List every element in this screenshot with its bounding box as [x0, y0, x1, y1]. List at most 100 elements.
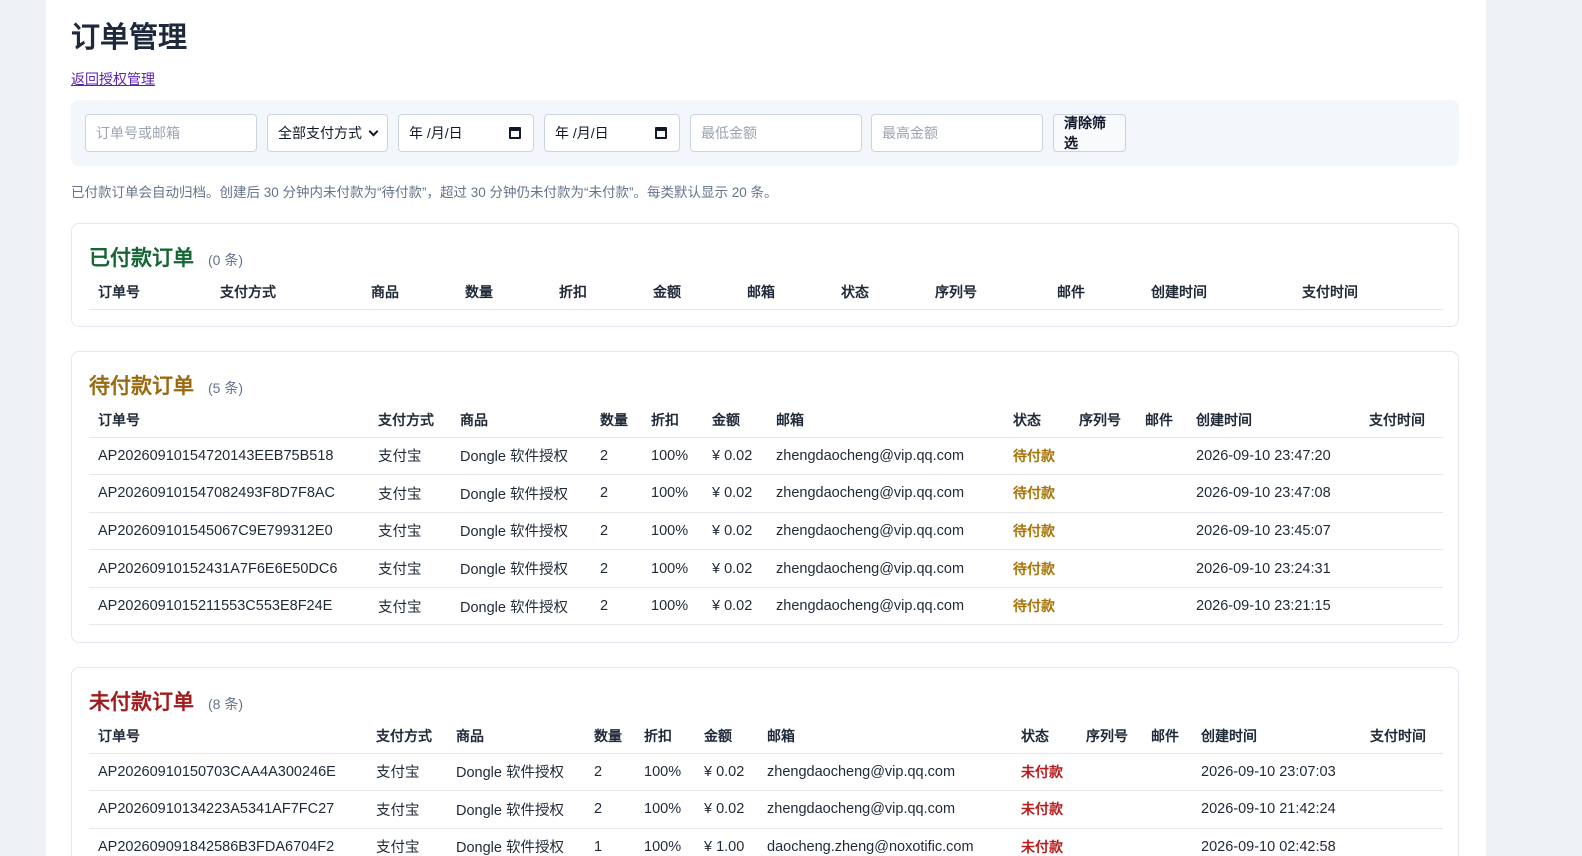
pending-orders-title: 待付款订单: [89, 375, 194, 398]
end-date-input[interactable]: 年 /月/日: [544, 114, 680, 152]
table-cell: [1077, 790, 1142, 829]
column-header: 邮箱: [738, 275, 832, 310]
table-cell: AP20260910134223A5341AF7FC27: [89, 790, 367, 829]
table-cell: [1070, 474, 1136, 513]
table-cell: 支付宝: [369, 587, 451, 626]
table-cell: 支付宝: [367, 790, 447, 829]
search-input[interactable]: 订单号或邮箱: [85, 114, 257, 152]
column-header: 金额: [695, 719, 758, 754]
column-header: 邮箱: [758, 719, 1012, 754]
column-header: 创建时间: [1187, 403, 1360, 438]
table-cell: 2026-09-10 23:21:15: [1187, 587, 1360, 626]
table-cell: 2: [591, 587, 642, 626]
column-header: 数量: [591, 403, 642, 438]
table-cell: 支付宝: [369, 512, 451, 551]
table-row: AP20260910150703CAA4A300246E 支付宝 Dongle 软件…: [89, 753, 1443, 792]
clear-filters-button[interactable]: 清除筛选: [1053, 114, 1126, 152]
column-header: 支付方式: [211, 275, 362, 310]
column-header: 邮件: [1142, 719, 1192, 754]
table-cell: 100%: [635, 753, 695, 792]
table-cell: ¥ 0.02: [695, 753, 758, 792]
table-cell: [1136, 587, 1187, 626]
paid-orders-title: 已付款订单: [89, 247, 194, 270]
table-cell: Dongle 软件授权: [447, 828, 585, 856]
column-header: 状态: [832, 275, 926, 310]
column-header: 支付方式: [367, 719, 447, 754]
column-header: 状态: [1012, 719, 1077, 754]
table-cell: 2: [591, 437, 642, 476]
table-cell: zhengdaocheng@vip.qq.com: [767, 437, 1004, 476]
column-header: 折扣: [635, 719, 695, 754]
table-cell: Dongle 软件授权: [451, 437, 591, 476]
paid-orders-count: (0 条): [208, 252, 243, 268]
table-cell: zhengdaocheng@vip.qq.com: [767, 549, 1004, 588]
status-badge: 未付款: [1012, 753, 1077, 792]
column-header: 支付方式: [369, 403, 451, 438]
table-cell: 2: [591, 549, 642, 588]
table-cell: [1136, 474, 1187, 513]
table-cell: 1: [585, 828, 635, 856]
pending-orders-table: 订单号 支付方式 商品 数量 折扣 金额 邮箱 状态 序列号 邮件 创建时间 支付时间 AP20260…: [89, 403, 1443, 626]
status-badge: 未付款: [1012, 828, 1077, 856]
page-title: 订单管理: [71, 22, 188, 54]
start-date-input[interactable]: 年 /月/日: [398, 114, 534, 152]
start-date-value: 年 /月/日: [409, 125, 463, 141]
table-cell: ¥ 1.00: [695, 828, 758, 856]
column-header: 邮箱: [767, 403, 1004, 438]
min-amount-input[interactable]: 最低金额: [690, 114, 862, 152]
table-cell: [1360, 549, 1443, 588]
table-cell: [1077, 828, 1142, 856]
table-row: AP202609101545067C9E799312E0 支付宝 Dongle 软件…: [89, 512, 1443, 551]
table-cell: [1070, 587, 1136, 626]
column-header: 订单号: [89, 719, 367, 754]
column-header: 创建时间: [1192, 719, 1361, 754]
status-badge: 待付款: [1004, 549, 1070, 588]
table-cell: 2: [591, 512, 642, 551]
table-cell: 100%: [635, 790, 695, 829]
column-header: 创建时间: [1142, 275, 1293, 310]
table-cell: [1142, 753, 1192, 792]
table-cell: [1360, 512, 1443, 551]
table-cell: zhengdaocheng@vip.qq.com: [758, 753, 1012, 792]
table-cell: 2026-09-10 21:42:24: [1192, 790, 1361, 829]
calendar-icon[interactable]: [509, 127, 521, 139]
pending-orders-header: 待付款订单 (5 条): [89, 370, 243, 400]
table-cell: ¥ 0.02: [703, 549, 767, 588]
paid-orders-header: 已付款订单 (0 条): [89, 242, 243, 272]
table-cell: [1070, 437, 1136, 476]
paid-orders-card: 已付款订单 (0 条) 订单号 支付方式 商品 数量 折扣 金额 邮箱 状态 序列号 邮件 创建时间…: [71, 223, 1459, 327]
table-cell: [1142, 790, 1192, 829]
table-cell: ¥ 0.02: [703, 437, 767, 476]
table-cell: 2: [591, 474, 642, 513]
max-amount-input[interactable]: 最高金额: [871, 114, 1043, 152]
back-to-license-link[interactable]: 返回授权管理: [71, 69, 155, 89]
table-cell: 2026-09-10 23:24:31: [1187, 549, 1360, 588]
table-cell: ¥ 0.02: [703, 512, 767, 551]
column-header: 邮件: [1136, 403, 1187, 438]
table-cell: Dongle 软件授权: [447, 753, 585, 792]
table-cell: 2026-09-10 23:45:07: [1187, 512, 1360, 551]
table-header-row: 订单号 支付方式 商品 数量 折扣 金额 邮箱 状态 序列号 邮件 创建时间 支付时间: [89, 275, 1443, 310]
table-cell: AP20260910154720143EEB75B518: [89, 437, 369, 476]
unpaid-orders-count: (8 条): [208, 696, 243, 712]
calendar-icon[interactable]: [655, 127, 667, 139]
status-badge: 未付款: [1012, 790, 1077, 829]
table-cell: 100%: [642, 587, 703, 626]
table-cell: AP20260910152431A7F6E6E50DC6: [89, 549, 369, 588]
payment-method-select[interactable]: 全部支付方式: [267, 114, 388, 152]
unpaid-orders-header: 未付款订单 (8 条): [89, 686, 243, 716]
column-header: 邮件: [1048, 275, 1142, 310]
table-header-row: 订单号 支付方式 商品 数量 折扣 金额 邮箱 状态 序列号 邮件 创建时间 支付时间: [89, 403, 1443, 438]
table-cell: [1360, 587, 1443, 626]
column-header: 订单号: [89, 275, 211, 310]
table-cell: 100%: [635, 828, 695, 856]
table-row: AP20260910154720143EEB75B518 支付宝 Dongle 软件…: [89, 437, 1443, 476]
table-cell: [1361, 828, 1443, 856]
table-cell: [1361, 790, 1443, 829]
page-container: 订单管理 返回授权管理 订单号或邮箱 全部支付方式 年 /月/日 年 /月/日 …: [46, 0, 1486, 856]
column-header: 支付时间: [1293, 275, 1443, 310]
table-cell: zhengdaocheng@vip.qq.com: [767, 512, 1004, 551]
status-badge: 待付款: [1004, 437, 1070, 476]
column-header: 商品: [447, 719, 585, 754]
table-cell: daocheng.zheng@noxotific.com: [758, 828, 1012, 856]
